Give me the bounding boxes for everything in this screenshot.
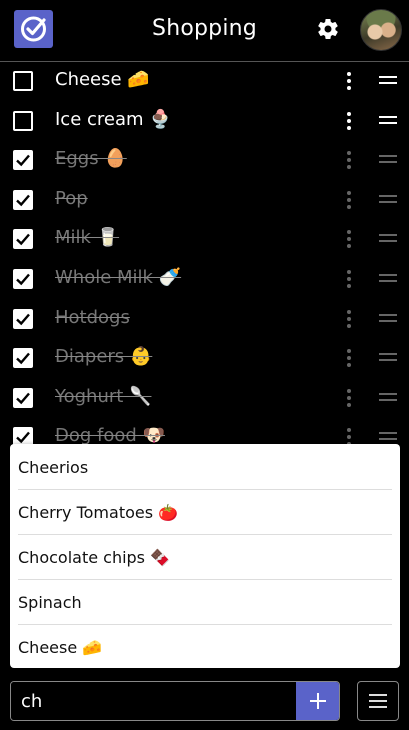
more-options-icon[interactable]: [343, 71, 355, 91]
drag-handle-icon[interactable]: [379, 115, 397, 125]
item-label[interactable]: Cheese 🧀: [55, 69, 150, 90]
checkbox-checked[interactable]: [13, 189, 33, 210]
checkbox-checked[interactable]: [13, 348, 33, 369]
item-label[interactable]: Eggs 🥚: [55, 148, 127, 169]
checkmark-icon: [16, 194, 30, 207]
drag-handle-icon[interactable]: [379, 233, 397, 243]
drag-handle-icon[interactable]: [379, 75, 397, 85]
drag-handle-icon[interactable]: [379, 273, 397, 283]
list-item: Milk 🥛: [0, 219, 409, 258]
checkbox-unchecked[interactable]: [13, 71, 33, 91]
checkbox-checked[interactable]: [13, 269, 33, 289]
drag-handle-icon[interactable]: [379, 352, 397, 362]
drag-handle-icon[interactable]: [379, 194, 397, 204]
suggestion-item[interactable]: Cheerios: [18, 446, 392, 490]
checkmark-icon: [16, 273, 30, 286]
settings-gear-icon[interactable]: [316, 17, 340, 41]
list-item: Whole Milk 🍼: [0, 259, 409, 298]
suggestion-item[interactable]: Chocolate chips 🍫: [18, 536, 392, 580]
more-options-icon[interactable]: [343, 348, 355, 368]
drag-handle-icon[interactable]: [379, 392, 397, 402]
add-item-field: [10, 681, 340, 721]
checkmark-icon: [16, 154, 30, 167]
item-label[interactable]: Pop: [55, 188, 88, 209]
more-options-icon[interactable]: [343, 190, 355, 210]
add-button[interactable]: [296, 682, 339, 720]
suggestion-label: Cheerios: [18, 458, 89, 477]
item-label[interactable]: Whole Milk 🍼: [55, 267, 181, 288]
drag-handle-icon[interactable]: [379, 154, 397, 164]
list-item: Diapers 👶: [0, 338, 409, 377]
user-avatar[interactable]: [360, 9, 402, 51]
menu-button[interactable]: [357, 681, 399, 721]
more-options-icon[interactable]: [343, 388, 355, 408]
suggestion-item[interactable]: Cherry Tomatoes 🍅: [18, 491, 392, 535]
list-item: Yoghurt 🥄: [0, 378, 409, 417]
suggestion-item[interactable]: Spinach: [18, 581, 392, 625]
list-item: Pop: [0, 180, 409, 219]
suggestion-item[interactable]: Cheese 🧀: [18, 626, 392, 670]
suggestion-label: Cherry Tomatoes 🍅: [18, 503, 179, 522]
app-header: Shopping: [0, 0, 409, 62]
list-item: Ice cream 🍨: [0, 101, 409, 140]
checkmark-icon: [16, 392, 30, 405]
more-options-icon[interactable]: [343, 269, 355, 289]
drag-handle-icon[interactable]: [379, 431, 397, 441]
add-item-input[interactable]: [11, 682, 295, 720]
plus-icon: [310, 693, 326, 709]
more-options-icon[interactable]: [343, 150, 355, 170]
checkmark-icon: [16, 313, 30, 325]
more-options-icon[interactable]: [343, 111, 355, 131]
suggestion-label: Chocolate chips 🍫: [18, 548, 171, 567]
item-label[interactable]: Milk 🥛: [55, 227, 119, 248]
suggestion-label: Spinach: [18, 593, 82, 612]
checkmark-icon: [16, 352, 30, 365]
more-options-icon[interactable]: [343, 229, 355, 249]
checkbox-checked[interactable]: [13, 150, 33, 171]
item-label[interactable]: Hotdogs: [55, 307, 130, 328]
item-label[interactable]: Ice cream 🍨: [55, 109, 172, 130]
checkbox-checked[interactable]: [13, 308, 33, 329]
suggestion-label: Cheese 🧀: [18, 638, 103, 657]
checkmark-icon: [16, 234, 30, 246]
item-label[interactable]: Yoghurt 🥄: [55, 386, 151, 407]
checkbox-unchecked[interactable]: [13, 110, 33, 131]
drag-handle-icon[interactable]: [379, 313, 397, 323]
list-item: Hotdogs: [0, 299, 409, 338]
checkbox-checked[interactable]: [13, 229, 33, 250]
list-item: Eggs 🥚: [0, 140, 409, 179]
list-item: Cheese 🧀: [0, 61, 409, 100]
more-options-icon[interactable]: [343, 309, 355, 329]
item-label[interactable]: Diapers 👶: [55, 346, 152, 367]
page-title: Shopping: [152, 16, 257, 41]
suggestions-dropdown: Cheerios Cherry Tomatoes 🍅 Chocolate chips…: [10, 444, 400, 668]
checkbox-checked[interactable]: [13, 387, 33, 408]
